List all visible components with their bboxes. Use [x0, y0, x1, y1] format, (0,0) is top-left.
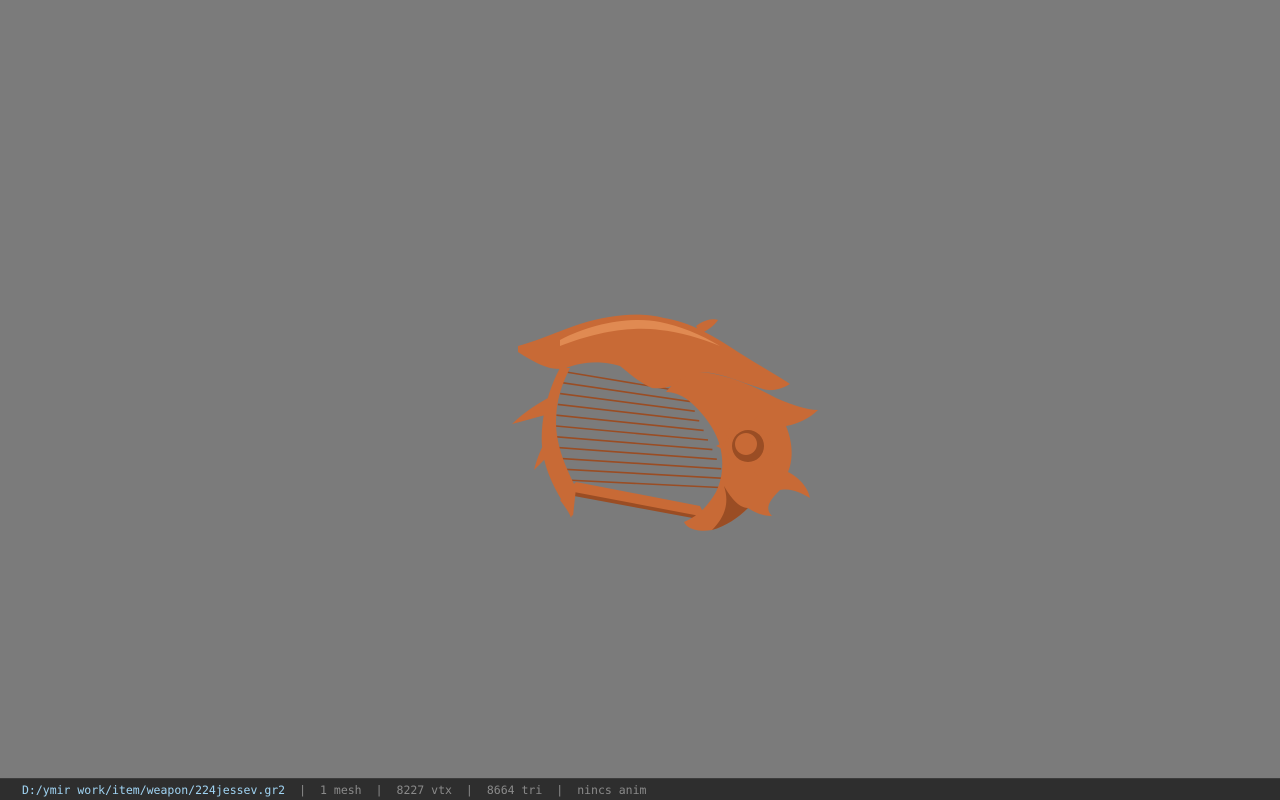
harp-string [562, 468, 726, 480]
harp-top-spike-2 [696, 319, 718, 334]
status-separator: | [465, 782, 473, 797]
status-separator: | [556, 782, 564, 797]
status-separator: | [299, 782, 307, 797]
triangle-count: 8664 tri [486, 782, 543, 797]
status-separator: | [375, 782, 383, 797]
file-path: D:/ymir work/item/weapon/224jessev.gr2 [22, 782, 286, 797]
sun-core [735, 433, 757, 455]
animation-status: nincs anim [577, 782, 647, 797]
harp-string [560, 392, 695, 412]
mesh-count: 1 mesh [320, 782, 362, 797]
harp-weapon-model[interactable] [0, 0, 1280, 778]
3d-viewport[interactable] [0, 0, 1280, 778]
status-bar: D:/ymir work/item/weapon/224jessev.gr2 |… [0, 778, 1280, 800]
vertex-count: 8227 vtx [396, 782, 452, 797]
harp-string [560, 457, 722, 470]
harp-string [557, 446, 717, 460]
